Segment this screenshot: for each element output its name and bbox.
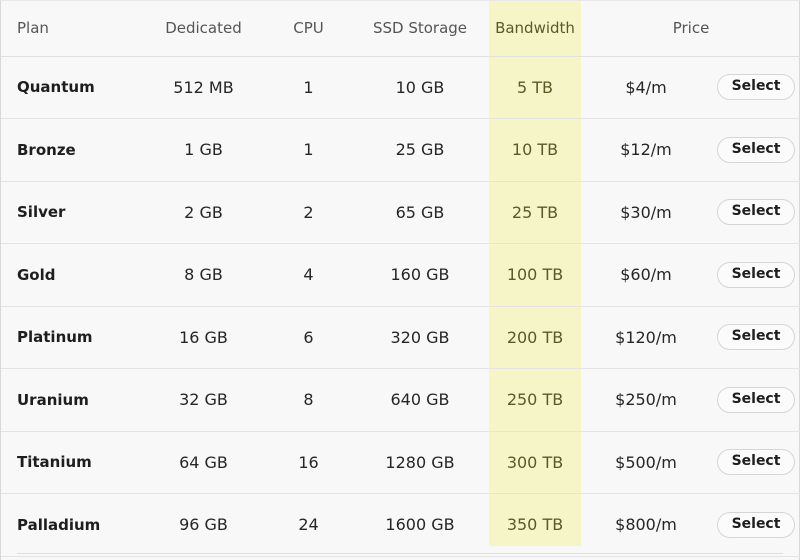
cell-action: Select	[711, 494, 800, 557]
table-row: Palladium 96 GB 24 1600 GB 350 TB $800/m Selec…	[1, 494, 800, 557]
cell-ssd: 1600 GB	[385, 515, 455, 535]
table-bottom-divider	[17, 553, 783, 554]
cell-bandwidth: 200 TB	[506, 327, 564, 347]
select-plan-button[interactable]: Select	[716, 261, 796, 288]
cell-cpu: 1	[303, 140, 314, 160]
column-header-plan: Plan	[17, 19, 49, 38]
cell-ssd: 640 GB	[390, 390, 450, 410]
cell-dedicated: 512 MB	[173, 77, 234, 97]
cell-action: Select	[711, 431, 800, 494]
cell-price: $4/m	[625, 77, 667, 97]
table-row: Uranium 32 GB 8 640 GB 250 TB $250/m Select	[1, 369, 800, 432]
cell-action: Select	[711, 244, 800, 307]
cell-plan-name: Silver	[17, 203, 66, 222]
cell-price: $120/m	[615, 327, 677, 347]
cell-plan-name: Quantum	[17, 78, 95, 97]
cell-dedicated: 64 GB	[179, 452, 228, 472]
cell-cpu: 24	[298, 515, 319, 535]
cell-ssd: 320 GB	[390, 327, 450, 347]
cell-price: $12/m	[620, 140, 672, 160]
select-plan-button[interactable]: Select	[716, 511, 796, 538]
cell-bandwidth: 5 TB	[516, 77, 553, 97]
cell-ssd: 25 GB	[395, 140, 445, 160]
cell-cpu: 6	[303, 327, 314, 347]
column-header-cpu: CPU	[293, 19, 324, 38]
cell-price: $500/m	[615, 452, 677, 472]
cell-price: $250/m	[615, 390, 677, 410]
header-row: Plan Dedicated CPU SSD Storage Bandwidth…	[1, 1, 800, 56]
cell-bandwidth: 250 TB	[506, 390, 564, 410]
pricing-table: Plan Dedicated CPU SSD Storage Bandwidth…	[1, 1, 800, 557]
cell-cpu: 16	[298, 452, 319, 472]
cell-cpu: 4	[303, 265, 314, 285]
cell-action: Select	[711, 56, 800, 119]
select-plan-button[interactable]: Select	[716, 199, 796, 226]
cell-ssd: 1280 GB	[385, 452, 455, 472]
cell-dedicated: 16 GB	[179, 327, 228, 347]
cell-dedicated: 32 GB	[179, 390, 228, 410]
table-row: Titanium 64 GB 16 1280 GB 300 TB $500/m Select	[1, 431, 800, 494]
cell-bandwidth: 10 TB	[511, 140, 559, 160]
cell-ssd: 65 GB	[395, 202, 445, 222]
table-row: Platinum 16 GB 6 320 GB 200 TB $120/m Select	[1, 306, 800, 369]
cell-price: $30/m	[620, 202, 672, 222]
cell-dedicated: 96 GB	[179, 515, 228, 535]
cell-bandwidth: 300 TB	[506, 452, 564, 472]
select-plan-button[interactable]: Select	[716, 136, 796, 163]
cell-plan-name: Gold	[17, 265, 56, 284]
cell-dedicated: 2 GB	[184, 202, 223, 222]
table-row: Gold 8 GB 4 160 GB 100 TB $60/m Select	[1, 244, 800, 307]
cell-plan-name: Platinum	[17, 328, 93, 347]
table-row: Silver 2 GB 2 65 GB 25 TB $30/m Select	[1, 181, 800, 244]
cell-dedicated: 1 GB	[184, 140, 223, 160]
cell-bandwidth: 350 TB	[506, 515, 564, 535]
cell-cpu: 1	[303, 77, 314, 97]
pricing-table-container: Plan Dedicated CPU SSD Storage Bandwidth…	[0, 0, 800, 560]
cell-cpu: 8	[303, 390, 314, 410]
cell-dedicated: 8 GB	[184, 265, 223, 285]
column-header-ssd-storage: SSD Storage	[372, 19, 468, 38]
cell-price: $60/m	[620, 265, 672, 285]
cell-plan-name: Titanium	[17, 453, 92, 472]
cell-action: Select	[711, 306, 800, 369]
cell-bandwidth: 25 TB	[511, 202, 559, 222]
column-header-bandwidth: Bandwidth	[495, 19, 575, 38]
select-plan-button[interactable]: Select	[716, 449, 796, 476]
cell-plan-name: Palladium	[17, 515, 101, 534]
cell-cpu: 2	[303, 202, 314, 222]
select-plan-button[interactable]: Select	[716, 386, 796, 413]
column-header-price: Price	[672, 19, 710, 38]
table-row: Bronze 1 GB 1 25 GB 10 TB $12/m Select	[1, 119, 800, 182]
table-row: Quantum 512 MB 1 10 GB 5 TB $4/m Select	[1, 56, 800, 119]
table-header: Plan Dedicated CPU SSD Storage Bandwidth…	[1, 1, 800, 56]
cell-ssd: 10 GB	[395, 77, 445, 97]
cell-action: Select	[711, 119, 800, 182]
select-plan-button[interactable]: Select	[716, 324, 796, 351]
cell-action: Select	[711, 369, 800, 432]
cell-bandwidth: 100 TB	[506, 265, 564, 285]
cell-price: $800/m	[615, 515, 677, 535]
cell-plan-name: Uranium	[17, 390, 89, 409]
cell-plan-name: Bronze	[17, 140, 76, 159]
cell-ssd: 160 GB	[390, 265, 450, 285]
select-plan-button[interactable]: Select	[716, 74, 796, 101]
column-header-dedicated: Dedicated	[165, 19, 242, 38]
table-body: Quantum 512 MB 1 10 GB 5 TB $4/m Select Bronze 1…	[1, 56, 800, 556]
cell-action: Select	[711, 181, 800, 244]
